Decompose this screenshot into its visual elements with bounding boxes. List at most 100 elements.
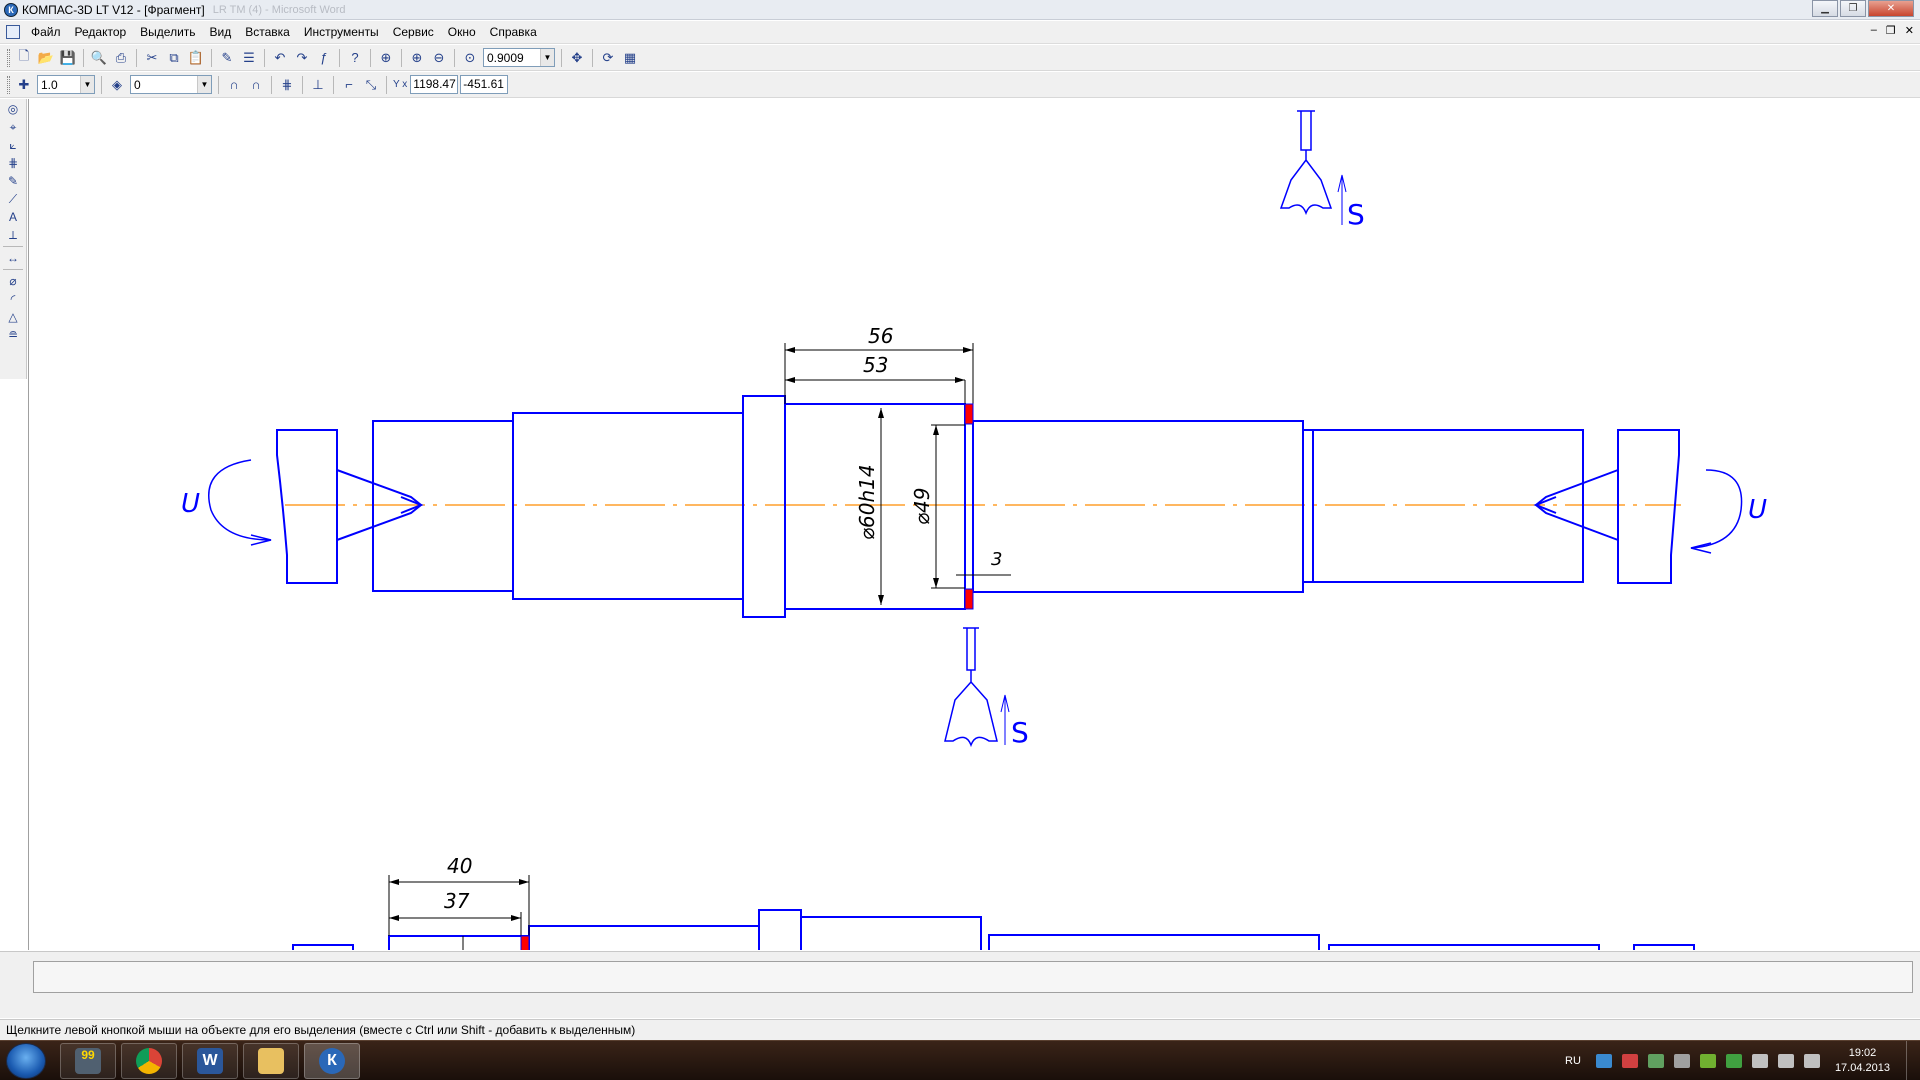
dim-text-dia49[interactable]: ⌀49: [910, 488, 934, 526]
diameter-dim-icon[interactable]: ⌀: [3, 273, 23, 289]
cut-icon[interactable]: ✂: [142, 48, 162, 68]
undo-icon[interactable]: ↶: [270, 48, 290, 68]
new-document-icon[interactable]: 🗋: [14, 48, 34, 68]
document-icon[interactable]: [6, 25, 20, 39]
print-preview-icon[interactable]: 🔍: [89, 48, 109, 68]
zoom-in-icon[interactable]: ⊕: [407, 48, 427, 68]
menu-file[interactable]: Файл: [24, 22, 68, 42]
menu-select[interactable]: Выделить: [133, 22, 202, 42]
symbols-icon[interactable]: ⟀: [3, 137, 23, 153]
feed-label-bottom[interactable]: S: [1011, 716, 1029, 749]
roughness-icon[interactable]: ≘: [3, 327, 23, 343]
linear-dim-icon[interactable]: ↔: [3, 250, 23, 266]
coord-y-field[interactable]: -451.61: [460, 75, 509, 94]
pan-icon[interactable]: ✥: [567, 48, 587, 68]
maximize-button[interactable]: ❐: [1840, 0, 1866, 17]
tray-flag-icon[interactable]: [1751, 1054, 1768, 1068]
doc-close-button[interactable]: ✕: [1905, 24, 1914, 37]
rotation-label-right[interactable]: U: [1748, 495, 1767, 525]
properties-input-area[interactable]: [33, 961, 1913, 993]
geometry-icon[interactable]: ◎: [3, 101, 23, 117]
close-button[interactable]: ✕: [1868, 0, 1914, 17]
parametrization-icon[interactable]: ✎: [3, 173, 23, 189]
toolbar-grip[interactable]: [7, 48, 10, 67]
tray-check-icon[interactable]: [1725, 1054, 1742, 1068]
angle-dim-icon[interactable]: △: [3, 309, 23, 325]
tray-app-icon[interactable]: [1595, 1054, 1612, 1068]
round-icon[interactable]: ⤡: [361, 75, 381, 95]
doc-restore-button[interactable]: ❐: [1886, 24, 1896, 37]
tray-nvidia-icon[interactable]: [1699, 1054, 1716, 1068]
chevron-down-icon[interactable]: ▼: [197, 76, 211, 93]
taskbar-app-computer[interactable]: 99: [60, 1043, 116, 1079]
tray-volume-icon[interactable]: [1803, 1054, 1820, 1068]
zoom-scale-icon[interactable]: ⊙: [460, 48, 480, 68]
zoom-combo[interactable]: 0.9009 ▼: [483, 48, 555, 67]
language-indicator[interactable]: RU: [1565, 1055, 1581, 1067]
save-icon[interactable]: 💾: [58, 48, 78, 68]
drawing-canvas[interactable]: 56 53 ⌀60h14 ⌀49 3 40 37 U U S S: [28, 99, 1920, 967]
rotation-label-left[interactable]: U: [181, 489, 200, 519]
menu-editor[interactable]: Редактор: [68, 22, 134, 42]
copy-icon[interactable]: ⧉: [164, 48, 184, 68]
cursor-step-combo[interactable]: 1.0 ▼: [37, 75, 95, 94]
tray-network-icon[interactable]: [1777, 1054, 1794, 1068]
measure-icon[interactable]: ⟋: [3, 191, 23, 207]
dim-text-dia60[interactable]: ⌀60h14: [855, 464, 879, 540]
doc-minimize-button[interactable]: –: [1871, 24, 1877, 37]
taskbar-app-explorer[interactable]: [243, 1043, 299, 1079]
taskbar-app-word[interactable]: W: [182, 1043, 238, 1079]
show-desktop-button[interactable]: [1906, 1041, 1920, 1080]
toolbar-grip[interactable]: [7, 75, 10, 94]
snap-local-icon[interactable]: ∩: [246, 75, 266, 95]
menu-insert[interactable]: Вставка: [238, 22, 297, 42]
menu-window[interactable]: Окно: [441, 22, 483, 42]
redo-icon[interactable]: ↷: [292, 48, 312, 68]
tray-update-icon[interactable]: [1647, 1054, 1664, 1068]
snap-magnet-icon[interactable]: ∩: [224, 75, 244, 95]
minimize-button[interactable]: ▁: [1812, 0, 1838, 17]
ortho-icon[interactable]: ⌐: [339, 75, 359, 95]
open-folder-icon[interactable]: 📂: [36, 48, 56, 68]
layer-icon[interactable]: ◈: [107, 75, 127, 95]
spec-icon[interactable]: ⟂: [3, 227, 23, 243]
menu-tools[interactable]: Инструменты: [297, 22, 386, 42]
select-icon[interactable]: A: [3, 209, 23, 225]
second-shaft-chuck-left: [292, 944, 354, 966]
print-icon[interactable]: ⎙: [111, 48, 131, 68]
manager-icon[interactable]: ▦: [620, 48, 640, 68]
dim-text-40[interactable]: 40: [447, 854, 472, 878]
grid-icon[interactable]: ⋕: [277, 75, 297, 95]
menu-help[interactable]: Справка: [483, 22, 544, 42]
layer-combo[interactable]: 0 ▼: [130, 75, 212, 94]
menu-view[interactable]: Вид: [203, 22, 239, 42]
dim-text-37[interactable]: 37: [444, 889, 470, 913]
taskbar-app-kompas[interactable]: К: [304, 1043, 360, 1079]
chevron-down-icon[interactable]: ▼: [540, 49, 554, 66]
zoom-window-icon[interactable]: ⊕: [376, 48, 396, 68]
dimensions-icon[interactable]: ⌖: [3, 119, 23, 135]
dim-text-3[interactable]: 3: [991, 549, 1002, 570]
dim-text-53[interactable]: 53: [863, 353, 888, 377]
dim-text-56[interactable]: 56: [868, 324, 893, 348]
taskbar-app-chrome[interactable]: [121, 1043, 177, 1079]
tray-sync-icon[interactable]: [1673, 1054, 1690, 1068]
format-painter-icon[interactable]: ✎: [217, 48, 237, 68]
properties-icon[interactable]: ☰: [239, 48, 259, 68]
radius-dim-icon[interactable]: ◜: [3, 291, 23, 307]
tray-antivirus-icon[interactable]: [1621, 1054, 1638, 1068]
help-cursor-icon[interactable]: ?: [345, 48, 365, 68]
refresh-icon[interactable]: ⟳: [598, 48, 618, 68]
clock[interactable]: 19:02 17.04.2013: [1835, 1046, 1890, 1076]
chevron-down-icon[interactable]: ▼: [80, 76, 94, 93]
start-button[interactable]: [6, 1043, 46, 1079]
cursor-step-icon[interactable]: ✚: [14, 75, 34, 95]
local-cs-icon[interactable]: ⊥: [308, 75, 328, 95]
menu-service[interactable]: Сервис: [386, 22, 441, 42]
feed-label-top[interactable]: S: [1347, 198, 1365, 231]
edit-icon[interactable]: ⋕: [3, 155, 23, 171]
paste-icon[interactable]: 📋: [186, 48, 206, 68]
zoom-out-icon[interactable]: ⊖: [429, 48, 449, 68]
function-icon[interactable]: ƒ: [314, 48, 334, 68]
coord-x-field[interactable]: 1198.47: [410, 75, 459, 94]
